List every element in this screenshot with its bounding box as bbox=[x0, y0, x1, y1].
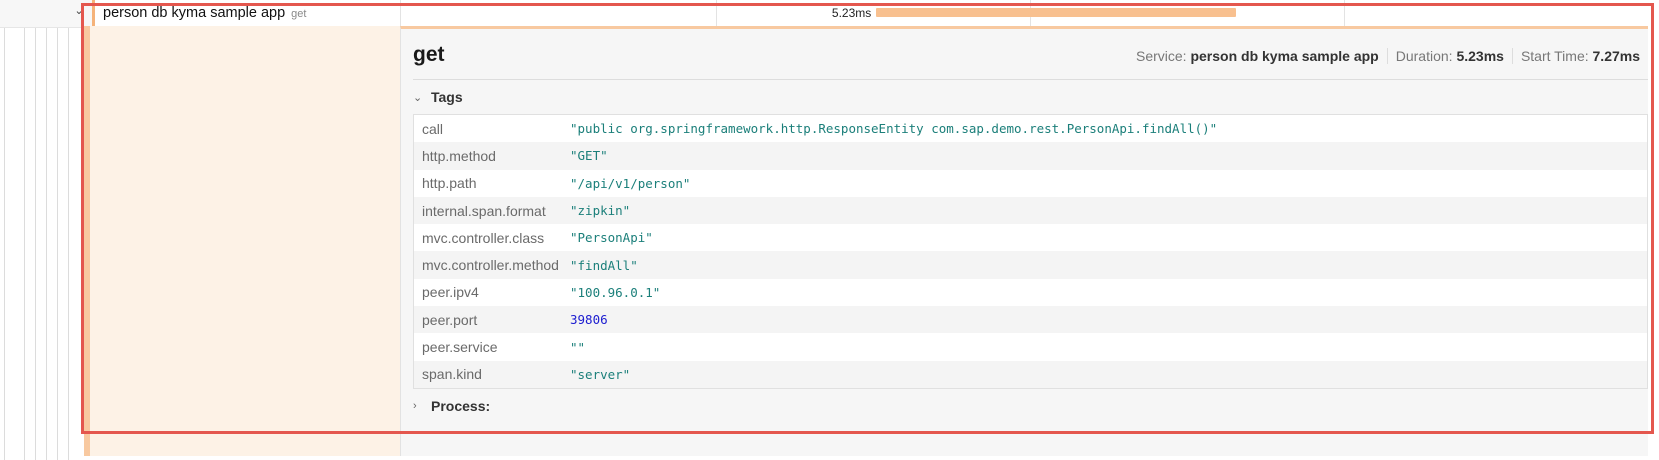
tag-row: span.kind "server" bbox=[414, 360, 1647, 388]
tags-section: ⌄ Tags call "public org.springframework.h… bbox=[413, 86, 1648, 389]
tag-row: call "public org.springframework.http.Res… bbox=[414, 115, 1647, 142]
chevron-right-icon: › bbox=[413, 400, 417, 412]
tag-key: mvc.controller.class bbox=[422, 229, 545, 246]
tree-guide-line bbox=[46, 0, 47, 460]
chevron-down-icon[interactable]: ⌄ bbox=[72, 4, 86, 18]
meta-duration-value: 5.23ms bbox=[1456, 48, 1504, 64]
timeline-tick bbox=[716, 0, 717, 28]
meta-service-label: Service: bbox=[1135, 48, 1187, 64]
tag-value: "100.96.0.1" bbox=[570, 284, 661, 300]
tree-guide-line bbox=[68, 0, 69, 460]
span-operation-name: get bbox=[291, 8, 307, 20]
tag-value: "" bbox=[570, 339, 586, 355]
tags-label: Tags bbox=[431, 89, 463, 105]
tree-guide-line bbox=[24, 0, 25, 460]
span-row[interactable]: ⌄ person db kyma sample app get 5.23ms bbox=[0, 0, 1659, 28]
tree-guide-line bbox=[35, 0, 36, 460]
tag-key: peer.ipv4 bbox=[422, 284, 479, 301]
detail-meta: Service: person db kyma sample app Durati… bbox=[1128, 48, 1648, 64]
tag-row: mvc.controller.class "PersonApi" bbox=[414, 224, 1647, 251]
tag-key: call bbox=[422, 120, 444, 137]
tag-row: internal.span.format "zipkin" bbox=[414, 196, 1647, 225]
detail-title: get bbox=[413, 43, 445, 66]
tag-key: peer.port bbox=[422, 311, 478, 328]
span-detail-panel: get Service: person db kyma sample app Du… bbox=[400, 26, 1648, 456]
timeline-tick bbox=[1344, 0, 1345, 28]
chevron-down-icon: ⌄ bbox=[413, 91, 423, 104]
span-duration-bar bbox=[875, 8, 1236, 17]
tag-row: mvc.controller.method "findAll" bbox=[414, 251, 1647, 279]
tags-table: call "public org.springframework.http.Res… bbox=[413, 114, 1648, 389]
meta-start-time: Start Time: 7.27ms bbox=[1511, 48, 1648, 64]
tag-value: "GET" bbox=[570, 148, 608, 164]
tree-guide-line bbox=[4, 0, 5, 460]
detail-header: get Service: person db kyma sample app Du… bbox=[413, 43, 1648, 75]
tree-guide-lines bbox=[0, 0, 85, 460]
meta-start-value: 7.27ms bbox=[1592, 48, 1640, 64]
meta-start-label: Start Time: bbox=[1520, 48, 1589, 64]
tag-value: "zipkin" bbox=[570, 203, 631, 219]
meta-service-value: person db kyma sample app bbox=[1190, 48, 1379, 64]
tag-row: peer.service "" bbox=[414, 333, 1647, 360]
span-service-name: person db kyma sample app bbox=[103, 5, 286, 21]
process-label: Process: bbox=[431, 398, 491, 414]
tag-row: http.method "GET" bbox=[414, 142, 1647, 170]
tag-row: peer.port 39806 bbox=[414, 306, 1647, 334]
tag-value: "server" bbox=[570, 366, 631, 382]
tag-key: peer.service bbox=[422, 339, 498, 356]
tag-value: 39806 bbox=[570, 312, 608, 328]
tags-toggle[interactable]: ⌄ Tags bbox=[413, 86, 1648, 108]
meta-duration: Duration: 5.23ms bbox=[1386, 48, 1512, 64]
detail-gutter bbox=[84, 26, 400, 456]
span-duration-label: 5.23ms bbox=[831, 6, 872, 20]
process-section: › Process: bbox=[413, 395, 1648, 417]
tag-row: peer.ipv4 "100.96.0.1" bbox=[414, 279, 1647, 306]
header-divider bbox=[413, 79, 1648, 80]
tag-key: internal.span.format bbox=[422, 202, 546, 219]
span-detail: get Service: person db kyma sample app Du… bbox=[84, 26, 1648, 456]
meta-service: Service: person db kyma sample app bbox=[1128, 48, 1387, 64]
tag-value: "PersonApi" bbox=[570, 230, 653, 246]
tag-key: http.path bbox=[422, 175, 477, 192]
tag-key: mvc.controller.method bbox=[422, 257, 559, 274]
process-toggle[interactable]: › Process: bbox=[413, 395, 1648, 417]
tag-value: "findAll" bbox=[570, 257, 638, 273]
tag-value: "/api/v1/person" bbox=[570, 175, 691, 191]
tag-key: http.method bbox=[422, 147, 496, 164]
tree-guide-line bbox=[57, 0, 58, 460]
meta-duration-label: Duration: bbox=[1395, 48, 1453, 64]
tag-key: span.kind bbox=[422, 366, 482, 383]
span-timeline[interactable]: 5.23ms bbox=[400, 0, 1659, 28]
span-name-cell[interactable]: person db kyma sample app get bbox=[92, 0, 400, 28]
tag-row: http.path "/api/v1/person" bbox=[414, 170, 1647, 197]
timeline-tick bbox=[400, 0, 401, 28]
tag-value: "public org.springframework.http.Respons… bbox=[570, 121, 1218, 137]
